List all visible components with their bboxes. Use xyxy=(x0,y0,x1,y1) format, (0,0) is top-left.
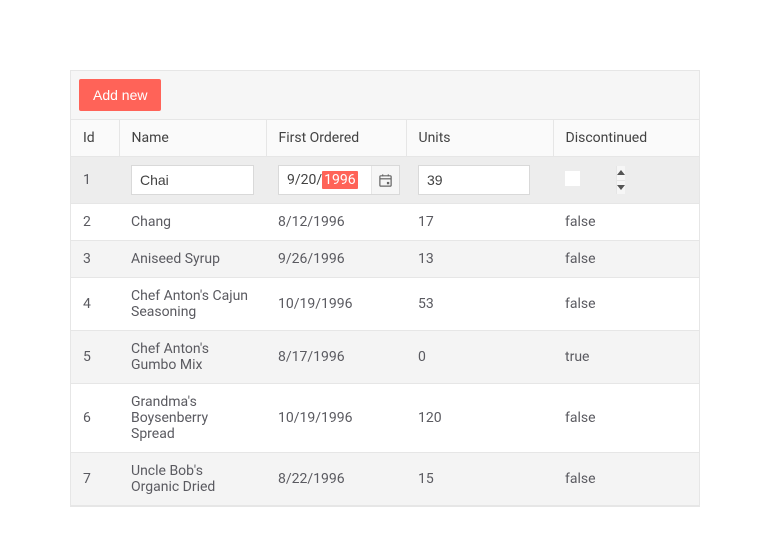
table-row[interactable]: 5 Chef Anton's Gumbo Mix 8/17/1996 0 tru… xyxy=(71,331,699,384)
cell-discontinued: false xyxy=(553,453,699,506)
cell-name-edit xyxy=(119,157,266,204)
cell-name: Chef Anton's Gumbo Mix xyxy=(119,331,266,384)
col-header-name[interactable]: Name xyxy=(119,120,266,157)
table-row[interactable]: 4 Chef Anton's Cajun Seasoning 10/19/199… xyxy=(71,278,699,331)
date-input-text[interactable]: 9/20/1996 xyxy=(279,171,371,189)
cell-discontinued: false xyxy=(553,204,699,241)
cell-name: Aniseed Syrup xyxy=(119,241,266,278)
cell-name: Uncle Bob's Organic Dried xyxy=(119,453,266,506)
caret-down-icon xyxy=(617,185,625,190)
col-header-discontinued[interactable]: Discontinued xyxy=(553,120,699,157)
cell-first-ordered: 9/26/1996 xyxy=(266,241,406,278)
table-row[interactable]: 6 Grandma's Boysenberry Spread 10/19/199… xyxy=(71,384,699,453)
col-header-first-ordered[interactable]: First Ordered xyxy=(266,120,406,157)
cell-units: 0 xyxy=(406,331,553,384)
spin-down-button[interactable] xyxy=(617,181,625,195)
cell-name: Chang xyxy=(119,204,266,241)
table-row-editing: 1 9/20/1996 xyxy=(71,157,699,204)
cell-first-ordered: 10/19/1996 xyxy=(266,278,406,331)
units-input[interactable] xyxy=(419,166,616,194)
table-row[interactable]: 7 Uncle Bob's Organic Dried 8/22/1996 15… xyxy=(71,453,699,506)
numeric-stepper xyxy=(418,165,530,195)
cell-first-ordered-edit: 9/20/1996 xyxy=(266,157,406,204)
cell-id: 2 xyxy=(71,204,119,241)
cell-units: 13 xyxy=(406,241,553,278)
col-header-units[interactable]: Units xyxy=(406,120,553,157)
cell-first-ordered: 10/19/1996 xyxy=(266,384,406,453)
cell-name: Grandma's Boysenberry Spread xyxy=(119,384,266,453)
date-picker[interactable]: 9/20/1996 xyxy=(278,165,400,195)
cell-discontinued: false xyxy=(553,278,699,331)
table-row[interactable]: 3 Aniseed Syrup 9/26/1996 13 false xyxy=(71,241,699,278)
cell-first-ordered: 8/12/1996 xyxy=(266,204,406,241)
date-prefix: 9/20/ xyxy=(287,172,322,188)
cell-first-ordered: 8/22/1996 xyxy=(266,453,406,506)
caret-up-icon xyxy=(617,170,625,175)
data-grid: Add new Id Name First Ordered Units Disc… xyxy=(70,70,700,507)
calendar-icon xyxy=(378,173,393,188)
cell-name: Chef Anton's Cajun Seasoning xyxy=(119,278,266,331)
cell-id: 5 xyxy=(71,331,119,384)
grid-table: Id Name First Ordered Units Discontinued… xyxy=(71,120,699,506)
add-new-button[interactable]: Add new xyxy=(79,79,161,111)
cell-id: 6 xyxy=(71,384,119,453)
cell-discontinued: false xyxy=(553,241,699,278)
name-input[interactable] xyxy=(131,165,254,195)
cell-discontinued: false xyxy=(553,384,699,453)
cell-discontinued: true xyxy=(553,331,699,384)
table-row[interactable]: 2 Chang 8/12/1996 17 false xyxy=(71,204,699,241)
grid-toolbar: Add new xyxy=(71,71,699,120)
cell-id: 4 xyxy=(71,278,119,331)
cell-id: 7 xyxy=(71,453,119,506)
spin-up-button[interactable] xyxy=(617,166,625,181)
cell-units: 17 xyxy=(406,204,553,241)
header-row: Id Name First Ordered Units Discontinued xyxy=(71,120,699,157)
date-selected-segment: 1996 xyxy=(322,171,357,189)
cell-id: 3 xyxy=(71,241,119,278)
col-header-id[interactable]: Id xyxy=(71,120,119,157)
cell-units-edit xyxy=(406,157,553,204)
cell-id: 1 xyxy=(71,157,119,204)
spinner xyxy=(616,166,625,194)
calendar-toggle-button[interactable] xyxy=(371,166,399,194)
cell-units: 120 xyxy=(406,384,553,453)
cell-first-ordered: 8/17/1996 xyxy=(266,331,406,384)
cell-units: 15 xyxy=(406,453,553,506)
cell-units: 53 xyxy=(406,278,553,331)
